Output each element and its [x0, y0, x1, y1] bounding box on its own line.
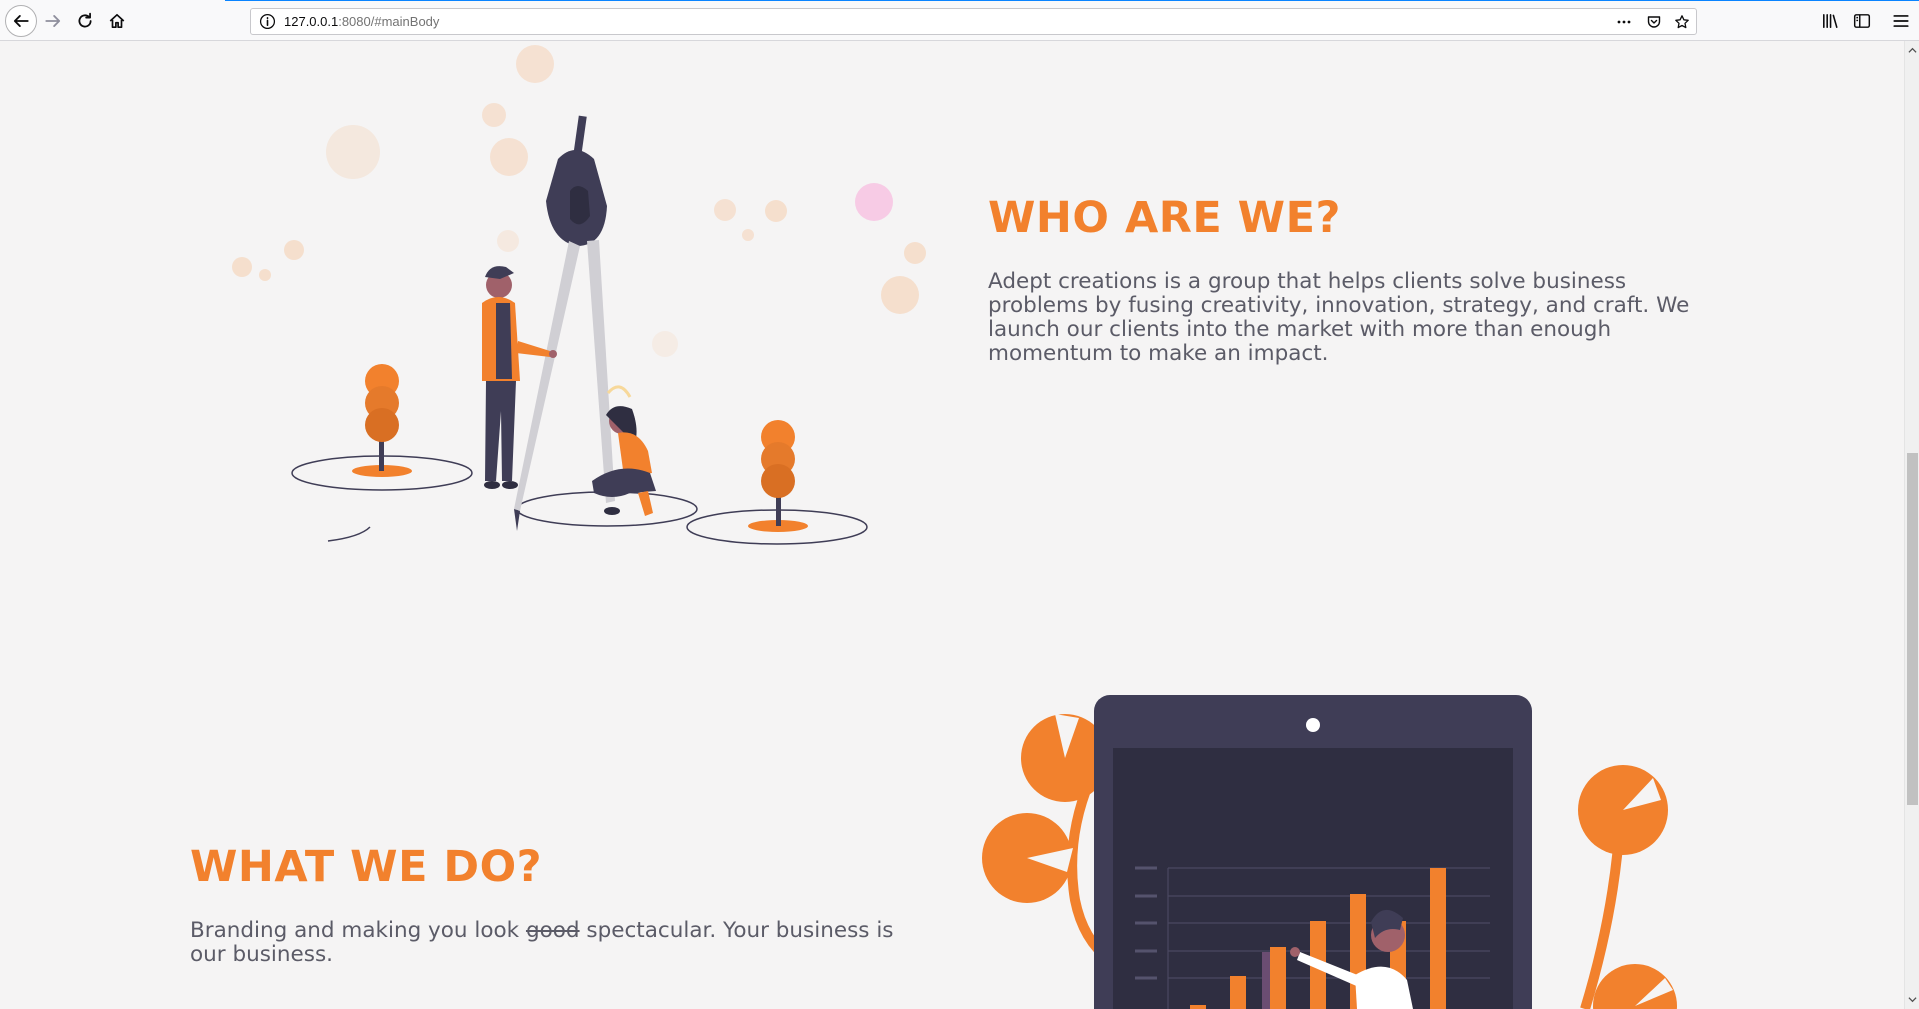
- active-tab-indicator: [225, 0, 1919, 1]
- bookmark-button[interactable]: [1672, 12, 1692, 32]
- plant-left: [982, 714, 1114, 965]
- url-host: 127.0.0.1: [284, 14, 339, 29]
- back-button[interactable]: [5, 5, 37, 37]
- home-icon: [109, 13, 125, 29]
- sidebar-button[interactable]: [1849, 8, 1875, 34]
- what-we-do-text-start: Branding and making you look: [190, 918, 526, 943]
- scroll-thumb[interactable]: [1907, 453, 1918, 805]
- what-we-do-illustration: [982, 695, 1677, 1009]
- reload-button[interactable]: [72, 8, 98, 34]
- back-arrow-icon: [13, 15, 29, 27]
- info-icon[interactable]: [259, 13, 276, 30]
- menu-icon: [1893, 15, 1909, 27]
- pocket-icon: [1647, 16, 1661, 28]
- struck-word: good: [525, 918, 580, 943]
- sidebar-icon: [1853, 14, 1871, 28]
- what-we-do-text: Branding and making you look good specta…: [190, 919, 920, 967]
- menu-button[interactable]: [1888, 8, 1914, 34]
- plant-right: [1578, 765, 1677, 1009]
- forward-arrow-icon: [45, 15, 61, 27]
- tree-right: [748, 420, 808, 532]
- who-are-we-illustration: [232, 45, 926, 545]
- bookmark-star-icon: [1675, 15, 1689, 29]
- library-button[interactable]: [1817, 8, 1843, 34]
- browser-toolbar: 127.0.0.1:8080/#mainBody: [0, 0, 1919, 41]
- more-actions-button[interactable]: [1614, 12, 1634, 32]
- url-text[interactable]: 127.0.0.1:8080/#mainBody: [284, 14, 439, 29]
- pocket-button[interactable]: [1644, 12, 1664, 32]
- forward-button[interactable]: [40, 8, 66, 34]
- more-actions-icon: [1617, 20, 1631, 24]
- reload-icon: [78, 12, 92, 28]
- library-icon: [1823, 14, 1838, 28]
- url-bar[interactable]: 127.0.0.1:8080/#mainBody: [250, 8, 1697, 35]
- who-are-we-text: Adept creations is a group that helps cl…: [988, 269, 1690, 366]
- scroll-up-arrow-icon[interactable]: [1908, 46, 1917, 55]
- url-path: :8080/#mainBody: [338, 14, 440, 29]
- who-are-we-heading: WHO ARE WE?: [988, 193, 1341, 243]
- page-scrollbar[interactable]: [1904, 41, 1919, 1009]
- drawing-compass: [514, 115, 615, 531]
- tree-left: [352, 364, 412, 477]
- scroll-down-arrow-icon[interactable]: [1908, 995, 1917, 1004]
- home-button[interactable]: [104, 8, 130, 34]
- what-we-do-heading: WHAT WE DO?: [190, 842, 543, 892]
